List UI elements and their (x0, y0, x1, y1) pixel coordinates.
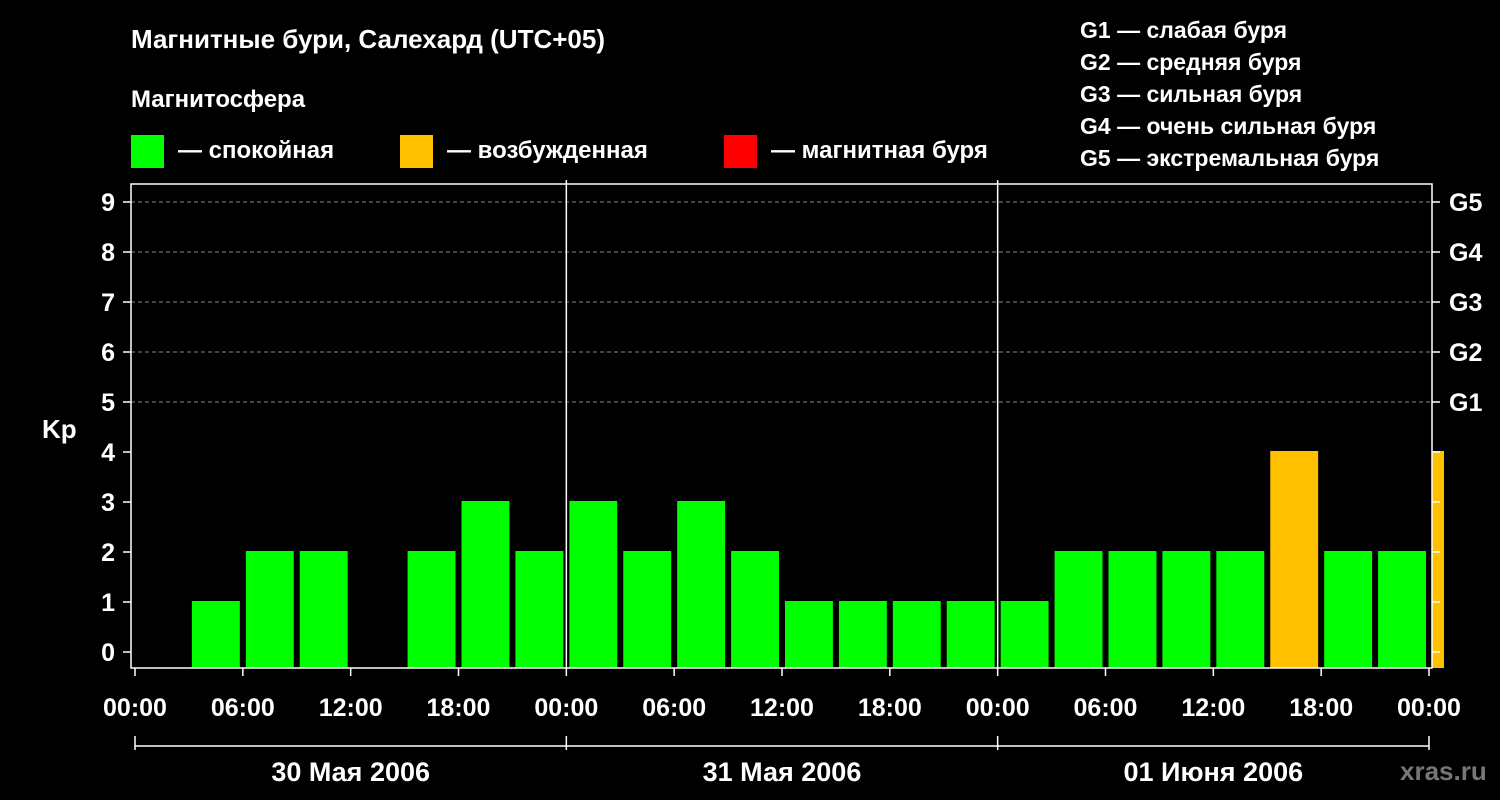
x-tick-label: 00:00 (534, 694, 598, 722)
x-tick-label: 18:00 (427, 694, 491, 722)
kp-bar (946, 601, 995, 668)
kp-bar (569, 501, 618, 668)
x-tick-label: 06:00 (211, 694, 275, 722)
y-tick-label: 6 (101, 339, 115, 367)
kp-bar (838, 601, 887, 668)
x-tick-label: 18:00 (1289, 694, 1353, 722)
g-level-label: G3 (1449, 289, 1482, 317)
kp-bar (1216, 551, 1265, 668)
y-tick-label: 4 (101, 439, 115, 467)
kp-bar (785, 601, 833, 668)
y-tick-label: 8 (101, 239, 115, 267)
g-level-label: G5 (1449, 189, 1482, 217)
kp-bar (1324, 551, 1373, 668)
day-label: 31 Мая 2006 (703, 757, 862, 787)
x-tick-label: 00:00 (103, 694, 167, 722)
g-level-label: G4 (1449, 239, 1482, 267)
x-tick-label: 12:00 (1181, 694, 1245, 722)
x-tick-label: 18:00 (858, 694, 922, 722)
y-tick-label: 9 (101, 189, 115, 217)
y-tick-label: 3 (101, 489, 115, 517)
x-tick-label: 12:00 (319, 694, 383, 722)
watermark: xras.ru (1400, 756, 1487, 786)
y-tick-label: 0 (101, 639, 115, 667)
x-tick-label: 06:00 (642, 694, 706, 722)
kp-bar (407, 551, 456, 668)
kp-bar (1270, 451, 1319, 668)
kp-bar (461, 501, 510, 668)
kp-bar (191, 601, 240, 668)
g-level-label: G1 (1449, 389, 1482, 417)
x-tick-label: 12:00 (750, 694, 814, 722)
x-tick-label: 00:00 (966, 694, 1030, 722)
g-level-label: G2 (1449, 339, 1482, 367)
kp-bar (299, 551, 348, 668)
y-tick-label: 1 (101, 589, 115, 617)
kp-bar (677, 501, 726, 668)
kp-bar (1432, 451, 1444, 668)
kp-bar (1162, 551, 1211, 668)
y-tick-label: 7 (101, 289, 115, 317)
y-axis-label: Kp (42, 414, 77, 444)
kp-bar (623, 551, 672, 668)
kp-bar (731, 551, 779, 668)
x-tick-label: 06:00 (1074, 694, 1138, 722)
day-label: 01 Июня 2006 (1124, 757, 1304, 787)
day-label: 30 Мая 2006 (271, 757, 430, 787)
kp-bar (1378, 551, 1426, 668)
kp-bar (245, 551, 294, 668)
x-tick-label: 00:00 (1397, 694, 1461, 722)
kp-bar (892, 601, 941, 668)
kp-bar (515, 551, 564, 668)
kp-bar (1000, 601, 1049, 668)
kp-chart: 0 1 2 3 4 5 6 7 8 9 G1 G2 G3 G4 G5 Kp 00:00 06:00 12:00 18:… (42, 180, 1482, 787)
y-tick-label: 5 (101, 389, 115, 417)
kp-bar (1108, 551, 1157, 668)
kp-bar (1054, 551, 1103, 668)
y-tick-label: 2 (101, 539, 115, 567)
